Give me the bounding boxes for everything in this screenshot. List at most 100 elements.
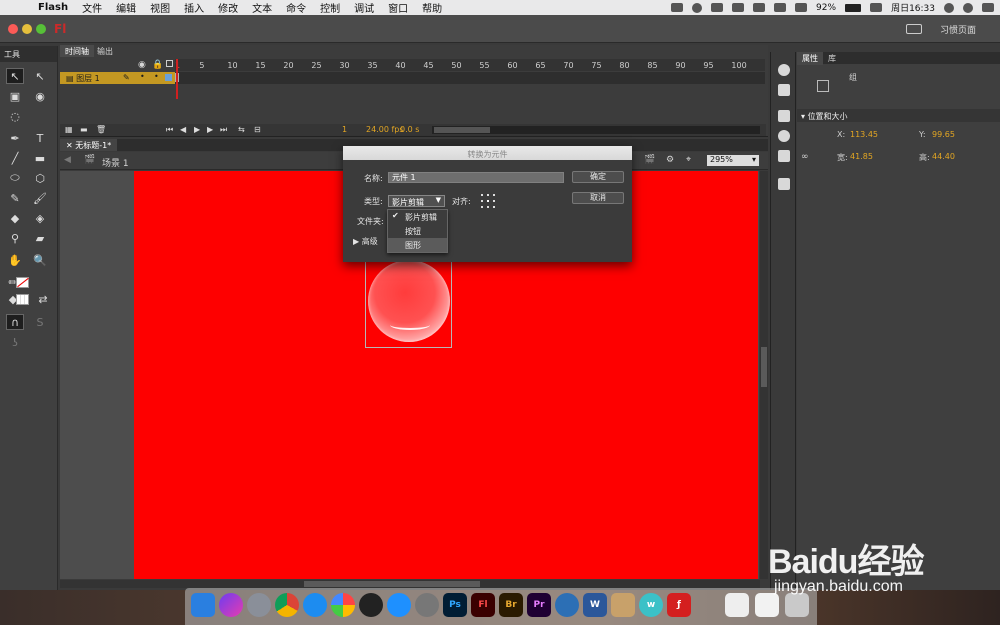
lasso-tool-icon[interactable]: ◌ xyxy=(6,108,24,124)
send-icon[interactable] xyxy=(671,3,684,12)
advanced-toggle[interactable]: ▶ 高级 xyxy=(353,236,378,247)
input-method-icon[interactable] xyxy=(870,3,883,12)
layer-row[interactable]: ▤ 图层 1 ✎ • • xyxy=(60,72,175,84)
menu-text[interactable]: 文本 xyxy=(252,0,272,15)
current-frame[interactable]: 1 xyxy=(342,125,347,134)
photos-icon[interactable] xyxy=(331,593,355,617)
preview-icon[interactable] xyxy=(725,593,749,617)
option-movie-clip[interactable]: ✔ 影片剪辑 xyxy=(388,210,447,224)
notification-center-icon[interactable] xyxy=(982,3,994,12)
paint-bucket-tool-icon[interactable]: ◆ xyxy=(6,210,24,226)
color-panel-icon[interactable] xyxy=(778,64,790,76)
polystar-tool-icon[interactable]: ⬡ xyxy=(31,170,49,186)
new-folder-icon[interactable]: ▬ xyxy=(80,125,88,134)
tab-library[interactable]: 库 xyxy=(823,52,841,65)
tab-properties[interactable]: 属性 xyxy=(797,52,823,65)
info-panel-icon[interactable] xyxy=(778,130,790,142)
section-position-size[interactable]: ▾ 位置和大小 xyxy=(797,109,1000,122)
timeline-scroll-thumb[interactable] xyxy=(434,127,490,133)
hand-tool-icon[interactable]: ✋ xyxy=(6,252,24,268)
siri-icon[interactable] xyxy=(219,593,243,617)
goto-first-frame-icon[interactable]: ⏮ xyxy=(166,125,173,135)
lock-dot[interactable]: • xyxy=(154,72,159,81)
photoshop-icon[interactable]: Ps xyxy=(443,593,467,617)
stage-horizontal-scrollbar[interactable] xyxy=(60,580,760,588)
system-preferences-icon[interactable] xyxy=(415,593,439,617)
wunderlist-icon[interactable]: w xyxy=(639,593,663,617)
play-icon[interactable]: ▶ xyxy=(194,125,200,134)
close-window-button[interactable] xyxy=(8,24,18,34)
eyedropper-tool-icon[interactable]: ⚲ xyxy=(6,230,24,246)
cloud-icon[interactable] xyxy=(692,2,703,13)
outline-color-box[interactable] xyxy=(165,74,172,81)
lock-icon[interactable]: 🔒 xyxy=(152,60,163,70)
ok-button[interactable]: 确定 xyxy=(572,171,624,183)
tab-timeline[interactable]: 时间轴 xyxy=(60,45,94,57)
clock[interactable]: 周日16:33 xyxy=(891,1,935,14)
bubble-graphic[interactable] xyxy=(368,260,450,342)
width-value[interactable]: 41.85 xyxy=(850,152,873,161)
bluetooth-icon[interactable] xyxy=(732,3,745,12)
menu-edit[interactable]: 编辑 xyxy=(116,0,136,15)
zoom-select[interactable]: 295% ▾ xyxy=(707,155,759,166)
menu-debug[interactable]: 调试 xyxy=(354,0,374,15)
outline-icon[interactable] xyxy=(166,60,173,67)
3d-rotation-tool-icon[interactable]: ◉ xyxy=(31,88,49,104)
menu-control[interactable]: 控制 xyxy=(320,0,340,15)
text-tool-icon[interactable]: T xyxy=(31,130,49,146)
scene-label[interactable]: 场景 1 xyxy=(102,156,129,169)
menu-help[interactable]: 帮助 xyxy=(422,0,442,15)
frame-ruler[interactable]: 1510152025303540455055606570758085909510… xyxy=(175,59,765,71)
edit-scene-icon[interactable]: 🎬 xyxy=(644,155,655,165)
zoom-tool-icon[interactable]: 🔍 xyxy=(31,252,49,268)
menu-view[interactable]: 视图 xyxy=(150,0,170,15)
document-tab[interactable]: ✕ 无标题-1* xyxy=(60,139,118,151)
new-layer-icon[interactable]: ▦ xyxy=(65,125,73,134)
align-panel-icon[interactable] xyxy=(778,110,790,122)
loop-icon[interactable]: ⇆ xyxy=(238,125,245,134)
tool-icon[interactable] xyxy=(711,3,724,12)
zoom-window-button[interactable] xyxy=(36,24,46,34)
minimize-window-button[interactable] xyxy=(22,24,32,34)
step-back-icon[interactable]: ◀ xyxy=(180,125,186,134)
symbol-name-input[interactable] xyxy=(388,172,564,183)
volume-icon[interactable] xyxy=(795,3,808,12)
ink-bottle-tool-icon[interactable]: ◈ xyxy=(31,210,49,226)
snap-to-objects-icon[interactable]: ∩ xyxy=(6,314,24,330)
visibility-dot[interactable]: • xyxy=(140,72,145,81)
app-menu[interactable]: Flash xyxy=(38,2,68,13)
siri-menu-icon[interactable] xyxy=(963,2,973,13)
menu-modify[interactable]: 修改 xyxy=(218,0,238,15)
finder-icon[interactable] xyxy=(191,593,215,617)
appstore-icon[interactable] xyxy=(387,593,411,617)
pencil-edit-icon[interactable]: ✎ xyxy=(123,73,130,82)
smooth-icon[interactable]: S xyxy=(31,314,49,330)
layer-frames[interactable] xyxy=(175,72,765,84)
menu-window[interactable]: 窗口 xyxy=(388,0,408,15)
stage-vertical-scrollbar[interactable] xyxy=(760,171,768,579)
subselection-tool-icon[interactable]: ↖ xyxy=(31,68,49,84)
transform-panel-icon[interactable] xyxy=(778,150,790,162)
workspace-switch-icon[interactable] xyxy=(906,24,922,34)
menu-commands[interactable]: 命令 xyxy=(286,0,306,15)
link-proportions-icon[interactable]: ∞ xyxy=(801,152,809,162)
swap-colors-icon[interactable]: ⇄ xyxy=(34,291,52,307)
chrome-icon[interactable] xyxy=(275,593,299,617)
vertical-scroll-thumb[interactable] xyxy=(761,347,767,387)
word-icon[interactable]: W xyxy=(583,593,607,617)
pen-tool-icon[interactable]: ✒ xyxy=(6,130,24,146)
qq-icon[interactable] xyxy=(359,593,383,617)
back-arrow-icon[interactable]: ◀ xyxy=(64,155,71,165)
timeline-scrollbar[interactable] xyxy=(432,126,760,134)
selection-tool-icon[interactable]: ↖ xyxy=(6,68,24,84)
components-panel-icon[interactable] xyxy=(778,178,790,190)
swatches-panel-icon[interactable] xyxy=(778,84,790,96)
layer-name[interactable]: 图层 1 xyxy=(76,74,100,83)
free-transform-tool-icon[interactable]: ▣ xyxy=(6,88,24,104)
launchpad-icon[interactable] xyxy=(247,593,271,617)
type-select[interactable]: 影片剪辑 ▼ xyxy=(388,195,445,207)
safari-icon[interactable] xyxy=(303,593,327,617)
edit-symbols-icon[interactable]: ⚙ xyxy=(666,155,674,165)
menu-insert[interactable]: 插入 xyxy=(184,0,204,15)
registration-grid[interactable] xyxy=(481,194,495,208)
